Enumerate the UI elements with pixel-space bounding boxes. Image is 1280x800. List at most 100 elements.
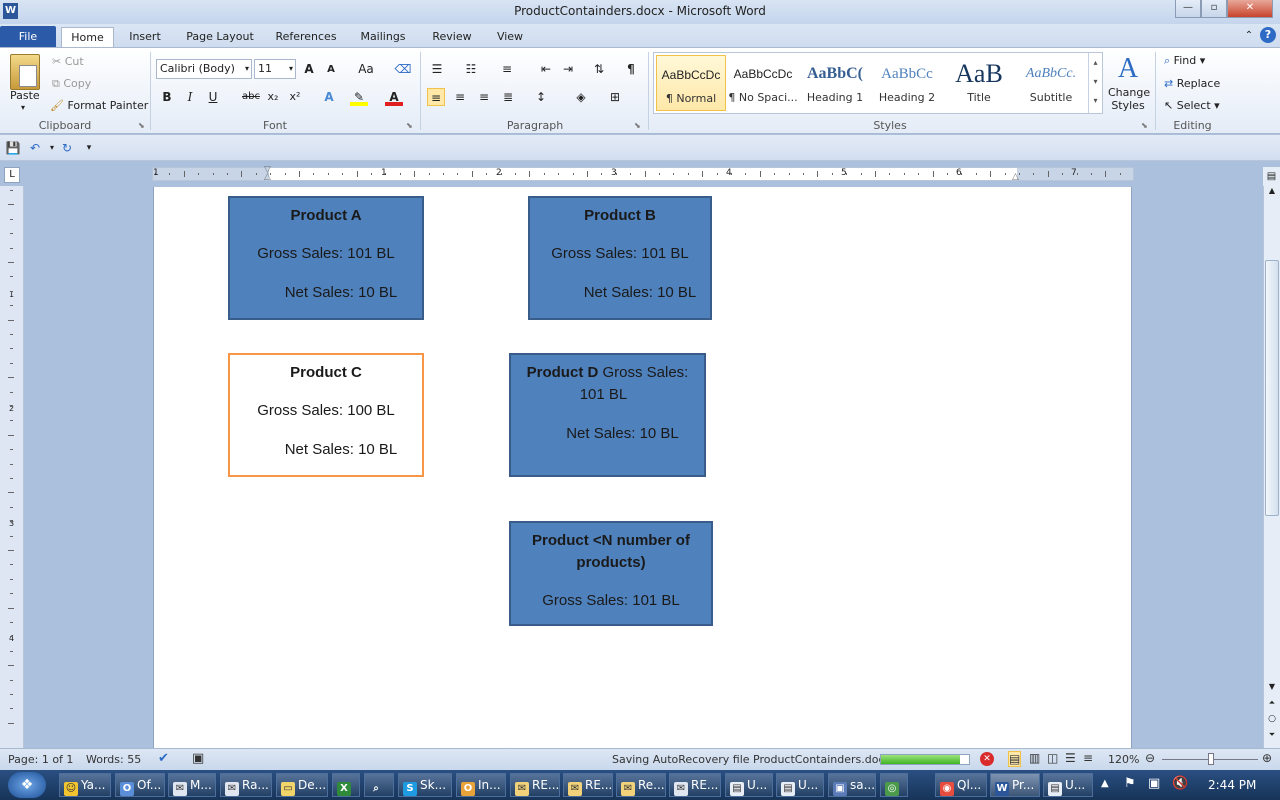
draft-icon[interactable]: ≡ [1083, 751, 1093, 765]
print-layout-icon[interactable]: ▤ [1008, 751, 1022, 767]
taskbar-item[interactable]: ▤ U... [776, 773, 824, 797]
zoom-out-icon[interactable]: ⊖ [1145, 751, 1155, 765]
product-c-box[interactable]: Product C Gross Sales: 100 BL Net Sales:… [228, 353, 424, 477]
paste-icon[interactable] [10, 54, 40, 90]
grow-font-button[interactable]: A [300, 60, 318, 78]
taskbar-item[interactable]: ◉ Ql... [935, 773, 987, 797]
taskbar-item[interactable]: ◎ [880, 773, 908, 797]
start-button[interactable]: ❖ [8, 772, 46, 798]
style-no-spacing[interactable]: AaBbCcDc ¶ No Spaci... [728, 55, 798, 111]
find-button[interactable]: ⌕ Find ▾ [1164, 54, 1205, 68]
line-spacing-icon[interactable]: ↕ [532, 88, 550, 106]
taskbar-item[interactable]: ✉ RE... [669, 773, 721, 797]
tab-references[interactable]: References [270, 28, 342, 48]
borders-icon[interactable]: ⊞ [606, 88, 624, 106]
replace-button[interactable]: ⇄ Replace [1164, 77, 1220, 90]
font-family-combo[interactable]: Calibri (Body) ▾ [156, 59, 252, 79]
style-subtitle[interactable]: AaBbCc. Subtitle [1016, 55, 1086, 111]
taskbar-item[interactable]: ▤ U... [725, 773, 773, 797]
zoom-thumb[interactable] [1208, 753, 1214, 765]
gallery-scroll[interactable]: ▴ ▾ ▾ [1088, 53, 1102, 113]
product-n-box[interactable]: Product <N number of products) Gross Sal… [509, 521, 713, 626]
minimize-button[interactable]: — [1175, 0, 1201, 18]
undo-icon[interactable]: ↶ [26, 139, 44, 157]
tab-selector-icon[interactable]: L [4, 167, 20, 183]
clock[interactable]: 2:44 PM [1208, 778, 1256, 792]
tab-file[interactable]: File [0, 26, 56, 48]
next-page-icon[interactable]: ⏷ [1264, 730, 1280, 744]
taskbar-item[interactable]: S Sk... [398, 773, 452, 797]
taskbar-item[interactable]: O Of... [115, 773, 165, 797]
volume-icon[interactable]: 🔇 [1172, 776, 1188, 791]
bullets-icon[interactable]: ☰ [428, 60, 446, 78]
horizontal-ruler[interactable]: 1 1 2 3 4 5 6 7 ▽ △ △ [152, 166, 1134, 182]
copy-button[interactable]: ⧉ Copy [52, 77, 91, 91]
maximize-button[interactable]: ▫ [1201, 0, 1227, 18]
close-button[interactable]: ✕ [1227, 0, 1273, 18]
tab-mailings[interactable]: Mailings [352, 28, 414, 48]
align-center-icon[interactable]: ≡ [451, 88, 469, 106]
web-layout-icon[interactable]: ◫ [1047, 751, 1058, 765]
subscript-button[interactable]: x₂ [264, 88, 282, 106]
taskbar-item[interactable]: X [332, 773, 360, 797]
taskbar-item[interactable]: ☺ Ya... [59, 773, 111, 797]
browse-object-icon[interactable]: ○ [1264, 714, 1280, 728]
right-indent-marker[interactable]: △ [1012, 173, 1022, 182]
product-b-box[interactable]: Product B Gross Sales: 101 BL Net Sales:… [528, 196, 712, 320]
style-title[interactable]: AaB Title [944, 55, 1014, 111]
italic-button[interactable]: I [181, 88, 199, 106]
scroll-up-icon[interactable]: ▲ [1264, 186, 1280, 200]
highlight-icon[interactable]: ✎ [350, 88, 368, 106]
bold-button[interactable]: B [158, 88, 176, 106]
zoom-level[interactable]: 120% [1108, 753, 1139, 766]
network-icon[interactable]: ▣ [1148, 776, 1160, 791]
paste-dropdown-icon[interactable]: ▾ [21, 103, 25, 112]
taskbar-item[interactable]: ✉ Ra... [220, 773, 272, 797]
hanging-indent-marker[interactable]: △ [264, 173, 274, 182]
save-icon[interactable]: 💾 [4, 139, 22, 157]
shrink-font-button[interactable]: A [322, 61, 340, 79]
previous-page-icon[interactable]: ⏶ [1264, 698, 1280, 712]
redo-icon[interactable]: ↻ [58, 139, 76, 157]
cut-button[interactable]: ✂ Cut [52, 55, 84, 68]
tab-page-layout[interactable]: Page Layout [180, 28, 260, 48]
full-screen-reading-icon[interactable]: ▥ [1029, 751, 1040, 765]
document-page[interactable]: Product A Gross Sales: 101 BL Net Sales:… [153, 187, 1132, 748]
style-normal[interactable]: AaBbCcDc ¶ Normal [656, 55, 726, 111]
sort-icon[interactable]: ⇅ [590, 60, 608, 78]
font-launcher-icon[interactable]: ⬊ [406, 121, 413, 130]
taskbar-item[interactable]: O In... [456, 773, 506, 797]
select-button[interactable]: ↖ Select ▾ [1164, 99, 1220, 112]
justify-icon[interactable]: ≣ [499, 88, 517, 106]
product-d-box[interactable]: Product D Gross Sales: 101 BL Net Sales:… [509, 353, 706, 477]
superscript-button[interactable]: x² [286, 88, 304, 106]
page-count[interactable]: Page: 1 of 1 [8, 753, 73, 766]
shading-icon[interactable]: ◈ [572, 88, 590, 106]
change-case-button[interactable]: Aa [354, 60, 378, 78]
style-heading-1[interactable]: AaBbC(Heading 1 [800, 55, 870, 111]
taskbar-item[interactable]: ▣ sa... [828, 773, 876, 797]
taskbar-item[interactable]: ▤ U... [1043, 773, 1093, 797]
numbering-icon[interactable]: ☷ [462, 60, 480, 78]
zoom-in-icon[interactable]: ⊕ [1262, 751, 1272, 765]
clear-formatting-icon[interactable]: ⌫ [394, 60, 412, 78]
paragraph-launcher-icon[interactable]: ⬊ [634, 121, 641, 130]
multilevel-list-icon[interactable]: ≡ [498, 60, 516, 78]
underline-button[interactable]: U [204, 88, 222, 106]
tab-review[interactable]: Review [424, 28, 480, 48]
strikethrough-button[interactable]: abc [240, 88, 262, 106]
paste-button[interactable]: Paste [10, 89, 40, 102]
clipboard-launcher-icon[interactable]: ⬊ [138, 121, 145, 130]
view-ruler-icon[interactable]: ▤ [1263, 167, 1280, 186]
show-formatting-button[interactable]: ¶ [622, 60, 640, 78]
increase-indent-icon[interactable]: ⇥ [559, 60, 577, 78]
decrease-indent-icon[interactable]: ⇤ [537, 60, 555, 78]
ribbon-collapse-icon[interactable]: ⌃ [1240, 27, 1258, 45]
taskbar-item[interactable]: ▭ De... [276, 773, 328, 797]
taskbar-item[interactable]: ⌕ [364, 773, 394, 797]
text-effects-icon[interactable]: A [320, 88, 338, 106]
tab-home[interactable]: Home [61, 27, 114, 49]
product-a-box[interactable]: Product A Gross Sales: 101 BL Net Sales:… [228, 196, 424, 320]
macro-record-icon[interactable]: ▣ [192, 751, 204, 766]
taskbar-item-word[interactable]: W Pr... [990, 773, 1040, 797]
